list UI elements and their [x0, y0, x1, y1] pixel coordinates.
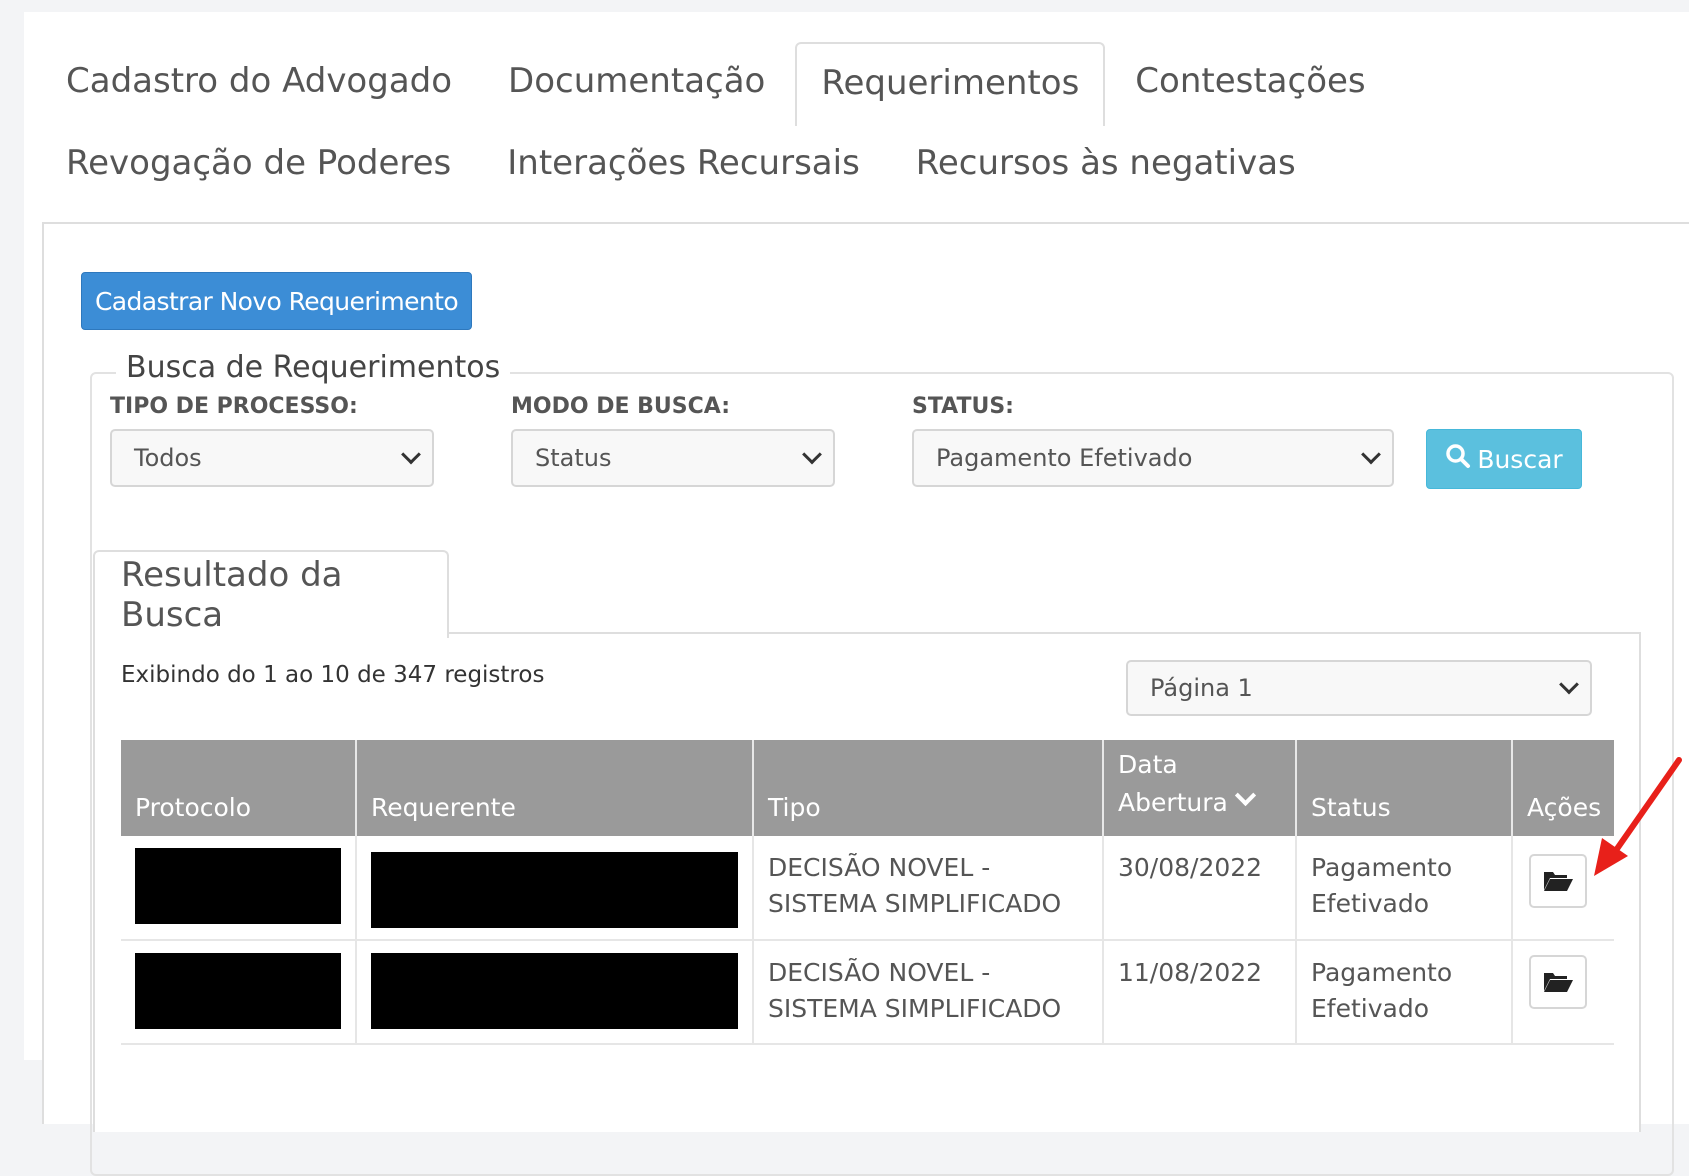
col-status[interactable]: Status	[1296, 740, 1513, 836]
chevron-down-icon	[401, 444, 421, 465]
redacted-protocolo	[135, 848, 341, 924]
tab-cadastro-advogado[interactable]: Cadastro do Advogado	[36, 42, 480, 106]
annotation-arrow-icon	[1594, 757, 1682, 876]
tipo-processo-value: Todos	[134, 444, 202, 472]
col-abertura-label: Abertura	[1118, 788, 1228, 817]
col-data-label: Data	[1118, 750, 1178, 779]
requerimentos-panel: Cadastrar Novo Requerimento Busca de Req…	[42, 222, 1689, 1176]
folder-open-icon	[1544, 872, 1573, 891]
search-button[interactable]: Buscar	[1426, 429, 1582, 489]
results-table: Protocolo Requerente Tipo Data Abertura …	[121, 740, 1614, 1045]
col-data-abertura[interactable]: Data Abertura	[1103, 740, 1297, 836]
tipo-processo-label: TIPO DE PROCESSO:	[110, 394, 358, 419]
modo-busca-select[interactable]: Status	[511, 429, 835, 487]
col-requerente[interactable]: Requerente	[356, 740, 754, 836]
cell-data: 11/08/2022	[1103, 940, 1297, 1045]
modo-busca-label: MODO DE BUSCA:	[511, 394, 731, 419]
tabs-row-1: Cadastro do Advogado Documentação Requer…	[36, 42, 1396, 126]
sort-chevron-down-icon	[1234, 784, 1256, 807]
open-folder-button[interactable]	[1529, 854, 1587, 908]
search-icon	[1445, 443, 1471, 475]
cell-status: Pagamento Efetivado	[1296, 836, 1513, 941]
tab-recursos-negativas[interactable]: Recursos às negativas	[888, 146, 1326, 180]
table-header-row: Protocolo Requerente Tipo Data Abertura …	[121, 740, 1614, 836]
tab-revogacao-poderes[interactable]: Revogação de Poderes	[36, 146, 479, 180]
tabs-row-2: Revogação de Poderes Interações Recursai…	[36, 146, 1326, 180]
status-label: STATUS:	[912, 394, 1014, 419]
records-count: Exibindo do 1 ao 10 de 347 registros	[121, 662, 545, 688]
table-row: DECISÃO NOVEL - SISTEMA SIMPLIFICADO 11/0…	[121, 940, 1614, 1045]
search-button-label: Buscar	[1477, 444, 1563, 474]
col-abertura-line: Abertura	[1118, 784, 1281, 822]
col-tipo[interactable]: Tipo	[753, 740, 1104, 836]
status-select[interactable]: Pagamento Efetivado	[912, 429, 1394, 487]
cell-tipo: DECISÃO NOVEL - SISTEMA SIMPLIFICADO	[753, 940, 1104, 1045]
cell-data: 30/08/2022	[1103, 836, 1297, 941]
redacted-requerente	[371, 852, 738, 928]
tipo-processo-select[interactable]: Todos	[110, 429, 434, 487]
page: Cadastro do Advogado Documentação Requer…	[24, 12, 1689, 1176]
col-protocolo[interactable]: Protocolo	[121, 740, 357, 836]
tab-resultado-busca[interactable]: Resultado da Busca	[93, 550, 449, 638]
cell-acoes	[1512, 940, 1614, 1045]
search-legend: Busca de Requerimentos	[116, 350, 511, 385]
open-folder-button[interactable]	[1529, 955, 1587, 1009]
results-panel: Exibindo do 1 ao 10 de 347 registros Pág…	[93, 632, 1641, 1132]
cell-tipo: DECISÃO NOVEL - SISTEMA SIMPLIFICADO	[753, 836, 1104, 941]
chevron-down-icon	[1559, 674, 1579, 695]
tab-documentacao[interactable]: Documentação	[480, 42, 795, 106]
chevron-down-icon	[802, 444, 822, 465]
tab-contestacoes[interactable]: Contestações	[1105, 42, 1395, 106]
redacted-requerente	[371, 953, 738, 1029]
modo-busca-value: Status	[535, 444, 612, 472]
tab-requerimentos[interactable]: Requerimentos	[795, 42, 1106, 126]
page-select-value: Página 1	[1150, 674, 1253, 702]
folder-open-icon	[1544, 973, 1573, 992]
redacted-protocolo	[135, 953, 341, 1029]
chevron-down-icon	[1361, 444, 1381, 465]
status-value: Pagamento Efetivado	[936, 444, 1193, 472]
tab-interacoes-recursais[interactable]: Interações Recursais	[479, 146, 888, 180]
new-request-button[interactable]: Cadastrar Novo Requerimento	[81, 272, 472, 330]
page-select[interactable]: Página 1	[1126, 660, 1592, 716]
cell-status: Pagamento Efetivado	[1296, 940, 1513, 1045]
table-row: DECISÃO NOVEL - SISTEMA SIMPLIFICADO 30/0…	[121, 836, 1614, 941]
